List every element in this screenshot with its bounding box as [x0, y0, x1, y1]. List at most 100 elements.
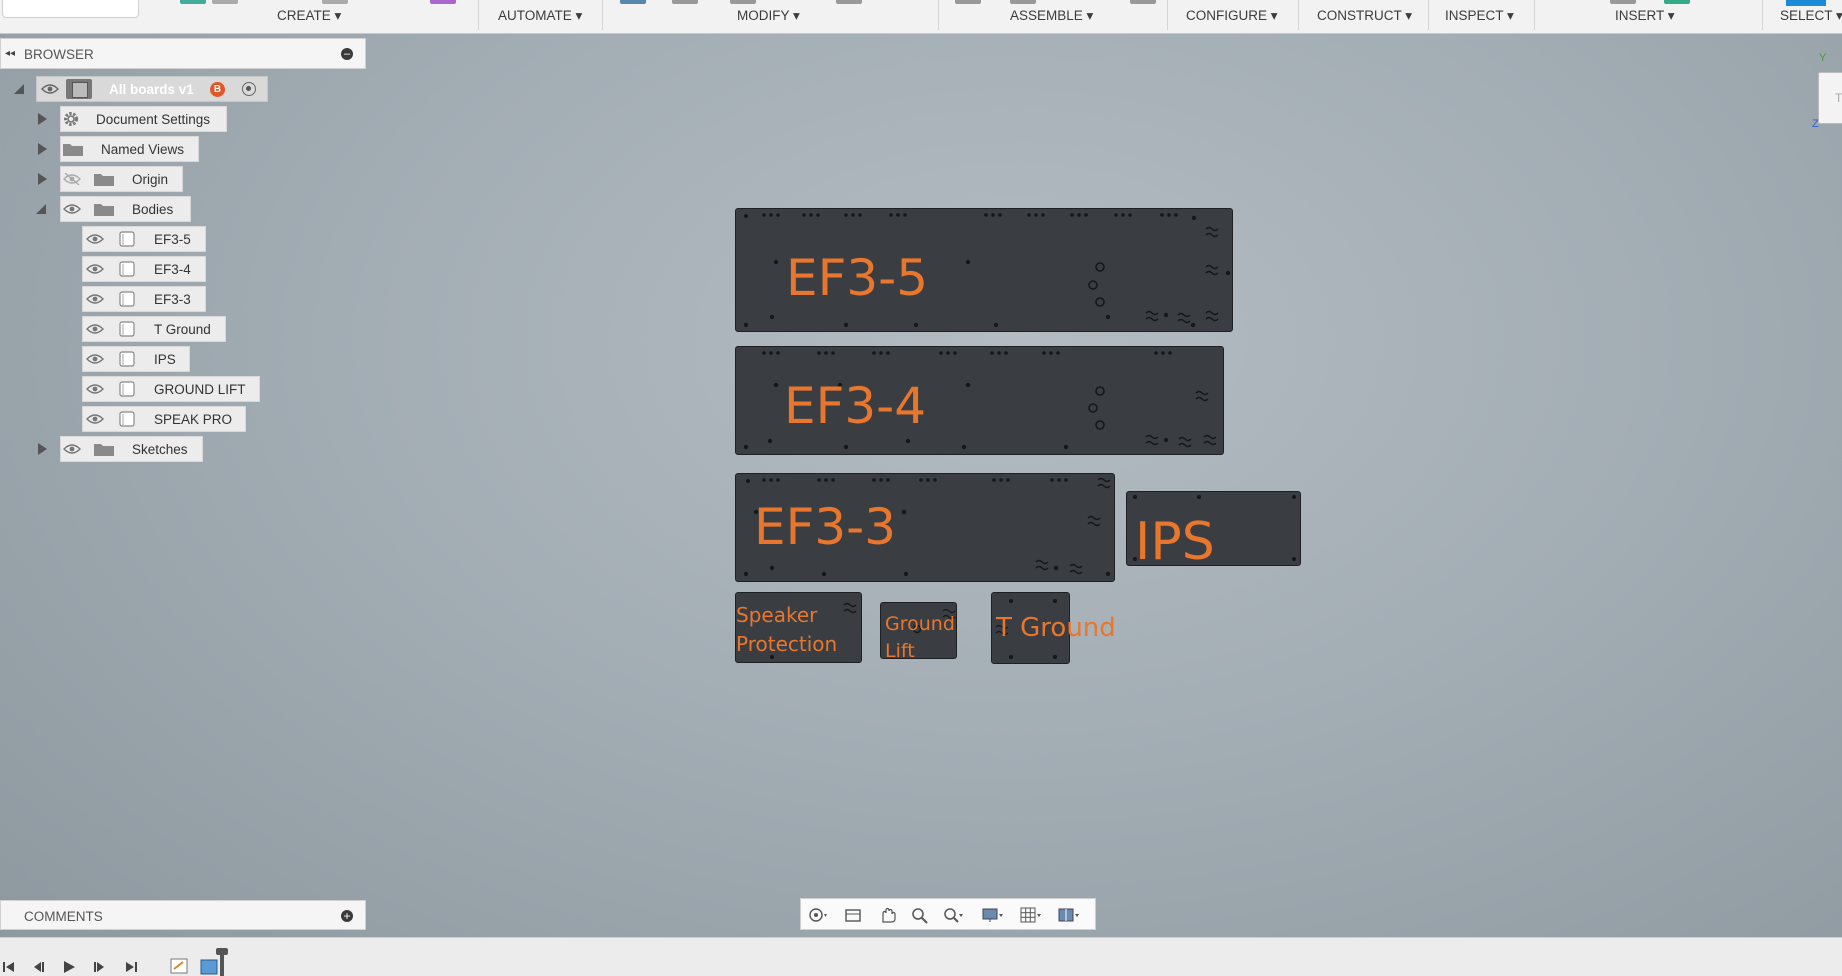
timeline-marker-handle[interactable]: [216, 948, 228, 955]
board-speaker-protection[interactable]: Speaker Protection: [735, 592, 862, 663]
add-comment-button[interactable]: +: [341, 910, 353, 922]
eye-icon[interactable]: [86, 323, 104, 335]
play-icon[interactable]: [62, 960, 76, 974]
toolbar-icon[interactable]: [1010, 0, 1036, 4]
body-label: EF3-4: [154, 262, 191, 277]
tree-label: Bodies: [132, 202, 174, 217]
viewcube[interactable]: TC: [1818, 72, 1842, 124]
step-back-icon[interactable]: [32, 960, 46, 974]
eye-icon[interactable]: [86, 413, 104, 425]
go-to-start-icon[interactable]: [2, 960, 16, 974]
body-label: SPEAK PRO: [154, 412, 233, 427]
tree-item-body[interactable]: GROUND LIFT: [0, 376, 280, 402]
menu-inspect[interactable]: INSPECT ▾: [1445, 8, 1514, 24]
eye-icon[interactable]: [86, 353, 104, 365]
body-label: T Ground: [154, 322, 211, 337]
board-label-ground-lift-line2: Lift: [885, 640, 915, 659]
toolbar-icon[interactable]: [212, 0, 238, 4]
tree-item-origin[interactable]: Origin: [0, 166, 240, 192]
board-ground-lift[interactable]: Ground Lift: [880, 602, 957, 659]
tree-item-document-settings[interactable]: Document Settings: [0, 106, 240, 132]
browser-title: BROWSER: [24, 47, 94, 62]
tree-item-bodies[interactable]: Bodies: [0, 196, 240, 222]
menu-configure[interactable]: CONFIGURE ▾: [1186, 8, 1278, 24]
menu-select[interactable]: SELECT ▾: [1780, 8, 1842, 24]
display-settings-icon[interactable]: [981, 906, 1003, 924]
eye-icon[interactable]: [41, 83, 59, 95]
board-label-ground-lift-line1: Ground: [885, 613, 955, 635]
viewcube-face-label: TC: [1835, 91, 1842, 105]
tree-item-body[interactable]: T Ground: [0, 316, 260, 342]
eye-icon[interactable]: [86, 293, 104, 305]
expand-icon[interactable]: [38, 143, 47, 155]
comments-title: COMMENTS: [24, 909, 103, 924]
tree-item-body[interactable]: EF3-4: [0, 256, 260, 282]
menu-assemble[interactable]: ASSEMBLE ▾: [1010, 8, 1093, 24]
toolbar-icon[interactable]: [180, 0, 206, 4]
viewports-icon[interactable]: [1057, 906, 1079, 924]
expand-icon[interactable]: [38, 173, 47, 185]
toolbar-icon[interactable]: [672, 0, 698, 4]
sketch-feature-icon[interactable]: [170, 957, 190, 975]
pan-icon[interactable]: [877, 906, 899, 924]
zoom-icon[interactable]: [909, 906, 931, 924]
step-forward-icon[interactable]: [92, 960, 106, 974]
navigation-bar: [800, 898, 1096, 930]
eye-icon[interactable]: [86, 263, 104, 275]
toolbar-icon[interactable]: [620, 0, 646, 4]
menu-create[interactable]: CREATE ▾: [277, 8, 341, 24]
toolbar-icon[interactable]: [1130, 0, 1156, 4]
tree-item-body[interactable]: SPEAK PRO: [0, 406, 280, 432]
board-t-ground[interactable]: T Ground: [991, 592, 1116, 664]
extrude-feature-icon[interactable]: [200, 957, 220, 975]
orbit-icon[interactable]: [807, 906, 829, 924]
menu-automate[interactable]: AUTOMATE ▾: [498, 8, 582, 24]
board-ef3-3[interactable]: EF3-3: [735, 473, 1115, 582]
tree-label: Named Views: [101, 142, 185, 157]
go-to-end-icon[interactable]: [124, 960, 138, 974]
toolbar-icon[interactable]: [955, 0, 981, 4]
expand-icon[interactable]: [38, 113, 47, 125]
browser-minimize-button[interactable]: –: [341, 48, 353, 60]
collapse-icon[interactable]: [14, 84, 24, 94]
zoom-window-icon[interactable]: [941, 906, 963, 924]
tree-label: Origin: [132, 172, 169, 187]
folder-icon: [94, 204, 114, 216]
board-ips[interactable]: IPS: [1126, 491, 1301, 566]
tree-item-body[interactable]: IPS: [0, 346, 260, 372]
root-label: All boards v1: [109, 82, 194, 97]
menu-construct[interactable]: CONSTRUCT ▾: [1317, 8, 1412, 24]
board-ef3-4[interactable]: EF3-4: [735, 346, 1224, 455]
expand-icon[interactable]: [38, 443, 47, 455]
tree-item-named-views[interactable]: Named Views: [0, 136, 240, 162]
toolbar-icon[interactable]: [730, 0, 756, 4]
eye-icon[interactable]: [63, 443, 81, 455]
tree-root[interactable]: All boards v1 B: [0, 76, 300, 102]
grid-settings-icon[interactable]: [1019, 906, 1041, 924]
select-icon[interactable]: [1786, 0, 1826, 6]
board-label-ef3-4: EF3-4: [784, 377, 927, 435]
board-label-t-ground: T Ground: [996, 613, 1116, 643]
look-at-icon[interactable]: [843, 906, 865, 924]
eye-icon[interactable]: [86, 233, 104, 245]
menu-insert[interactable]: INSERT ▾: [1615, 8, 1675, 24]
cube-icon: [119, 381, 135, 397]
toolbar-icon[interactable]: [836, 0, 862, 4]
eye-hidden-icon[interactable]: [63, 173, 81, 185]
tree-item-body[interactable]: EF3-5: [0, 226, 260, 252]
toolbar-icon[interactable]: [1664, 0, 1690, 4]
activate-radio[interactable]: [242, 82, 256, 96]
toolbar-icon[interactable]: [430, 0, 456, 4]
collapse-panel-icon[interactable]: ◂◂: [5, 48, 15, 59]
board-ef3-5[interactable]: EF3-5: [735, 208, 1233, 332]
collapse-icon[interactable]: [36, 204, 46, 214]
tree-item-sketches[interactable]: Sketches: [0, 436, 240, 462]
workspace-switcher[interactable]: [2, 0, 139, 18]
axis-z-label: Z: [1812, 118, 1819, 130]
toolbar-icon[interactable]: [1610, 0, 1636, 4]
menu-modify[interactable]: MODIFY ▾: [737, 8, 800, 24]
tree-item-body[interactable]: EF3-3: [0, 286, 260, 312]
eye-icon[interactable]: [63, 203, 81, 215]
eye-icon[interactable]: [86, 383, 104, 395]
toolbar-icon[interactable]: [322, 0, 348, 4]
